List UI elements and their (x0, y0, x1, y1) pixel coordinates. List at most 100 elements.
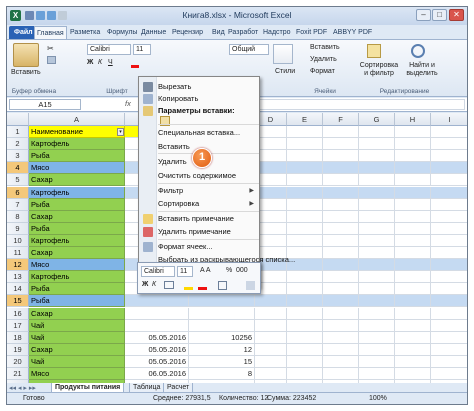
cell-value[interactable]: 12 (189, 343, 255, 356)
row-header[interactable]: 5 (7, 174, 29, 187)
header-cell-name[interactable]: Наименование (29, 126, 125, 139)
insert-cells-button[interactable]: Вставить (310, 44, 340, 51)
cell-name[interactable]: Мясо (29, 162, 125, 175)
cell[interactable] (323, 283, 359, 296)
mini-font-color-icon[interactable] (198, 281, 207, 290)
cell[interactable] (359, 368, 395, 381)
mini-align-icon[interactable] (164, 281, 174, 289)
cell[interactable] (359, 295, 395, 308)
cell[interactable] (395, 283, 431, 296)
cell[interactable] (431, 126, 467, 139)
row-header[interactable]: 16 (7, 307, 29, 320)
cell[interactable] (323, 198, 359, 211)
cell[interactable] (431, 271, 467, 284)
cell[interactable] (431, 223, 467, 235)
cell[interactable] (395, 234, 431, 247)
cell[interactable] (323, 234, 359, 247)
cell[interactable] (359, 198, 395, 211)
cell[interactable] (287, 210, 323, 223)
cell[interactable] (395, 343, 431, 356)
mini-fill-color-icon[interactable] (184, 281, 193, 290)
menu-item-insert[interactable]: Вставить (158, 141, 190, 153)
cell-name[interactable]: Картофель (29, 186, 125, 199)
menu-item-cut[interactable]: Вырезать (158, 81, 191, 93)
cell[interactable] (359, 162, 395, 175)
cell[interactable] (323, 174, 359, 187)
column-header[interactable]: I (431, 113, 467, 126)
cell-date[interactable] (125, 295, 189, 308)
cell-name[interactable]: Сахар (29, 247, 125, 260)
cell[interactable] (323, 319, 359, 332)
cell[interactable] (359, 247, 395, 260)
row-header[interactable]: 7 (7, 198, 29, 211)
cell[interactable] (323, 343, 359, 356)
cell-name[interactable]: Сахар (29, 174, 125, 187)
cell[interactable] (323, 307, 359, 320)
cell-name[interactable]: Чай (29, 331, 125, 344)
cell[interactable] (431, 283, 467, 296)
delete-cells-button[interactable]: Удалить (310, 56, 337, 63)
menu-item-sort[interactable]: Сортировка (158, 198, 199, 210)
tab-developer[interactable]: Разработ (226, 26, 260, 39)
cell[interactable] (287, 271, 323, 284)
cell-value[interactable] (189, 319, 255, 332)
cell[interactable] (395, 210, 431, 223)
menu-item-format-cells[interactable]: Формат ячеек... (158, 241, 213, 253)
row-header[interactable]: 2 (7, 138, 29, 151)
cell-date[interactable] (125, 319, 189, 332)
cell-date[interactable]: 05.05.2016 (125, 343, 189, 356)
row-header[interactable]: 6 (7, 186, 29, 199)
cell[interactable] (323, 259, 359, 272)
row-header[interactable]: 18 (7, 331, 29, 344)
row-header[interactable]: 9 (7, 222, 29, 235)
cell[interactable] (323, 150, 359, 163)
copy-icon[interactable] (47, 56, 56, 64)
cell[interactable] (359, 283, 395, 296)
cell[interactable] (255, 331, 287, 344)
cell[interactable] (395, 355, 431, 368)
cell[interactable] (255, 355, 287, 368)
mini-thousands-button[interactable]: 000 (236, 267, 248, 274)
cell[interactable] (287, 343, 323, 356)
cell-name[interactable]: Чай (29, 355, 125, 368)
mini-bold-button[interactable]: Ж (142, 281, 148, 288)
cell[interactable] (431, 138, 467, 151)
styles-icon[interactable] (273, 44, 293, 64)
cell-name[interactable]: Картофель (29, 271, 125, 284)
tab-review[interactable]: Рецензир (170, 26, 205, 39)
cell[interactable] (255, 368, 287, 381)
cell-name[interactable]: Картофель (29, 138, 125, 151)
menu-item-delete-comment[interactable]: Удалить примечание (158, 226, 231, 238)
cell-value[interactable] (189, 307, 255, 320)
cell[interactable] (323, 247, 359, 260)
cell[interactable] (395, 198, 431, 211)
row-header[interactable]: 20 (7, 355, 29, 368)
cell[interactable] (395, 247, 431, 260)
row-header[interactable]: 10 (7, 234, 29, 247)
cell[interactable] (431, 320, 467, 332)
cell[interactable] (395, 222, 431, 235)
cell[interactable] (395, 307, 431, 320)
menu-item-copy[interactable]: Копировать (158, 93, 198, 105)
cell[interactable] (359, 138, 395, 151)
cell[interactable] (359, 234, 395, 247)
row-header[interactable]: 21 (7, 368, 29, 381)
row-header[interactable]: 3 (7, 150, 29, 163)
cell-name[interactable]: Рыба (29, 222, 125, 235)
font-size-combo[interactable]: 11 (133, 44, 151, 55)
row-header[interactable]: 8 (7, 210, 29, 223)
cell[interactable] (359, 319, 395, 332)
sheet-tab-table[interactable]: Таблица (129, 383, 165, 393)
cell[interactable] (287, 174, 323, 187)
cell-name[interactable]: Рыба (29, 198, 125, 211)
find-select-button[interactable]: Найти и выделить (403, 62, 441, 78)
cell[interactable] (359, 126, 395, 139)
cell[interactable] (431, 162, 467, 175)
cell[interactable] (395, 368, 431, 381)
sort-filter-icon[interactable] (367, 44, 381, 58)
cell[interactable] (323, 368, 359, 381)
minimize-button[interactable]: – (416, 9, 431, 21)
sheet-tab-products[interactable]: Продукты питания (51, 383, 125, 393)
cell[interactable] (431, 199, 467, 211)
row-header[interactable]: 17 (7, 319, 29, 332)
